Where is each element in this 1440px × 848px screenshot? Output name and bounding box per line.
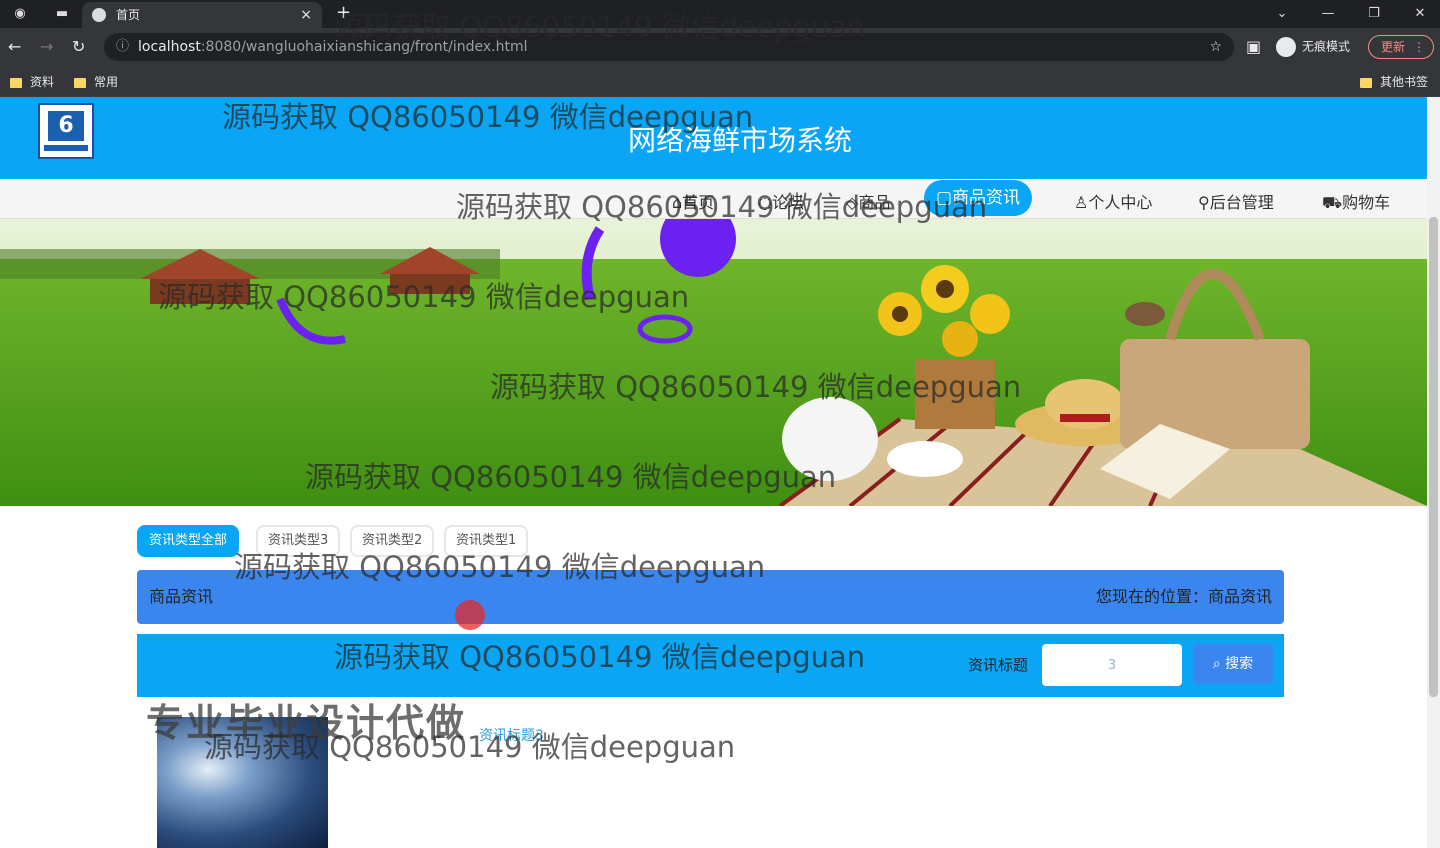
news-title[interactable]: 资讯标题3 xyxy=(479,725,544,745)
mouse-cursor xyxy=(455,600,485,630)
tab-title: 首页 xyxy=(116,8,141,22)
browser-menu-icon[interactable]: ◉ xyxy=(10,4,30,24)
incognito-label: 无痕模式 xyxy=(1302,39,1351,54)
category-type-2[interactable]: 资讯类型2 xyxy=(350,525,435,557)
search-bar: 资讯标题 ⌕ 搜索 xyxy=(137,634,1284,697)
forward-icon[interactable]: → xyxy=(40,37,53,56)
goods-icon: ◇ xyxy=(846,193,859,212)
search-icon: ⌕ xyxy=(1212,656,1221,672)
nav-label: 首页 xyxy=(682,193,715,212)
search-button[interactable]: ⌕ 搜索 xyxy=(1193,644,1273,684)
back-icon[interactable]: ← xyxy=(8,37,21,56)
url-host: localhost xyxy=(138,39,201,55)
bookmark-folder-ziliao[interactable]: 资料 xyxy=(10,73,54,90)
nav-cart[interactable]: ⛟购物车 xyxy=(1322,189,1390,214)
main-nav: ⌂首页 ◌论坛 ◇商品 ▢商品资讯 ♙个人中心 ⚲后台管理 ⛟购物车 xyxy=(0,179,1427,219)
incognito-icon xyxy=(1276,37,1296,57)
site-info-icon[interactable]: ⓘ xyxy=(116,33,129,61)
forum-icon: ◌ xyxy=(758,193,772,212)
nav-label: 商品资讯 xyxy=(952,188,1021,208)
cart-icon: ⛟ xyxy=(1322,193,1343,212)
bookmark-label: 其他书签 xyxy=(1380,75,1429,89)
reload-icon[interactable]: ↻ xyxy=(72,37,85,56)
site-header: 6 网络海鲜市场系统 xyxy=(0,97,1427,179)
incognito-profile[interactable]: 无痕模式 xyxy=(1276,37,1350,57)
nav-label: 商品 xyxy=(858,193,891,212)
bookmark-label: 常用 xyxy=(94,75,119,89)
user-icon: ♙ xyxy=(1074,193,1089,212)
side-panel-icon[interactable]: ▣ xyxy=(1246,37,1261,56)
more-menu-icon: ⋮ xyxy=(1413,40,1425,54)
logo-mark: 6 xyxy=(48,111,84,141)
link-icon: ⚲ xyxy=(1198,193,1210,212)
nav-label: 论坛 xyxy=(771,193,804,212)
banner-image xyxy=(0,219,1427,506)
promo-watermark: 专业毕业设计代做 xyxy=(146,701,467,745)
nav-label: 个人中心 xyxy=(1088,193,1153,212)
update-label: 更新 xyxy=(1381,40,1406,54)
nav-user-center[interactable]: ♙个人中心 xyxy=(1074,189,1152,213)
close-tab-icon[interactable]: × xyxy=(300,2,312,28)
browser-toolbar: ← → ↻ ⓘ localhost:8080/wangluohaixianshi… xyxy=(0,28,1440,66)
search-input[interactable] xyxy=(1042,644,1182,686)
bookmark-star-icon[interactable]: ☆ xyxy=(1209,33,1222,61)
section-title: 商品资讯 xyxy=(149,587,214,606)
folder-icon xyxy=(10,77,22,88)
browser-tab-strip: ◉ ▬ 首页 × + ⌄ — ❐ ✕ xyxy=(0,0,1440,28)
category-all[interactable]: 资讯类型全部 xyxy=(137,525,240,557)
nav-news[interactable]: ▢商品资讯 xyxy=(924,180,1033,216)
page-scrollbar[interactable] xyxy=(1427,97,1440,848)
nav-label: 后台管理 xyxy=(1209,193,1274,212)
location-text: 您现在的位置：商品资讯 xyxy=(1095,587,1272,606)
globe-icon xyxy=(92,8,106,22)
scrollbar-thumb[interactable] xyxy=(1429,217,1438,697)
nav-home[interactable]: ⌂首页 xyxy=(672,189,714,213)
close-window-icon[interactable]: ✕ xyxy=(1410,4,1430,24)
category-type-3[interactable]: 资讯类型3 xyxy=(256,525,341,557)
home-icon: ⌂ xyxy=(672,193,683,212)
site-title: 网络海鲜市场系统 xyxy=(628,124,853,157)
breadcrumb: 商品资讯 您现在的位置：商品资讯 xyxy=(137,570,1284,624)
nav-forum[interactable]: ◌论坛 xyxy=(758,189,804,213)
new-tab-button[interactable]: + xyxy=(336,2,351,23)
tab-search-icon[interactable]: ▬ xyxy=(52,4,72,24)
search-button-label: 搜索 xyxy=(1225,656,1254,672)
update-button[interactable]: 更新 ⋮ xyxy=(1368,35,1434,59)
banner-carousel[interactable] xyxy=(0,219,1427,506)
folder-icon xyxy=(74,77,86,88)
folder-icon xyxy=(1360,77,1372,88)
restore-icon[interactable]: ❐ xyxy=(1364,4,1384,24)
page-viewport: 6 网络海鲜市场系统 ⌂首页 ◌论坛 ◇商品 ▢商品资讯 ♙个人中心 ⚲后台管理… xyxy=(0,97,1427,848)
nav-admin[interactable]: ⚲后台管理 xyxy=(1198,189,1274,213)
tab-list-icon[interactable]: ⌄ xyxy=(1272,4,1292,24)
site-logo[interactable]: 6 xyxy=(38,103,94,159)
bookmark-folder-changyong[interactable]: 常用 xyxy=(74,73,118,90)
nav-label: 购物车 xyxy=(1342,193,1391,212)
news-icon: ▢ xyxy=(936,188,953,208)
search-label: 资讯标题 xyxy=(968,656,1029,674)
logo-caption-bar xyxy=(44,145,88,151)
url-path: :8080/wangluohaixianshicang/front/index.… xyxy=(200,39,528,55)
address-bar[interactable]: ⓘ localhost:8080/wangluohaixianshicang/f… xyxy=(104,33,1234,61)
bookmark-label: 资料 xyxy=(30,75,55,89)
nav-goods[interactable]: ◇商品 xyxy=(846,189,890,213)
minimize-icon[interactable]: — xyxy=(1318,4,1338,24)
category-type-1[interactable]: 资讯类型1 xyxy=(444,525,529,557)
bookmarks-bar: 资料 常用 其他书签 xyxy=(0,66,1440,97)
browser-tab-home[interactable]: 首页 × xyxy=(82,2,322,28)
other-bookmarks[interactable]: 其他书签 xyxy=(1360,73,1428,90)
